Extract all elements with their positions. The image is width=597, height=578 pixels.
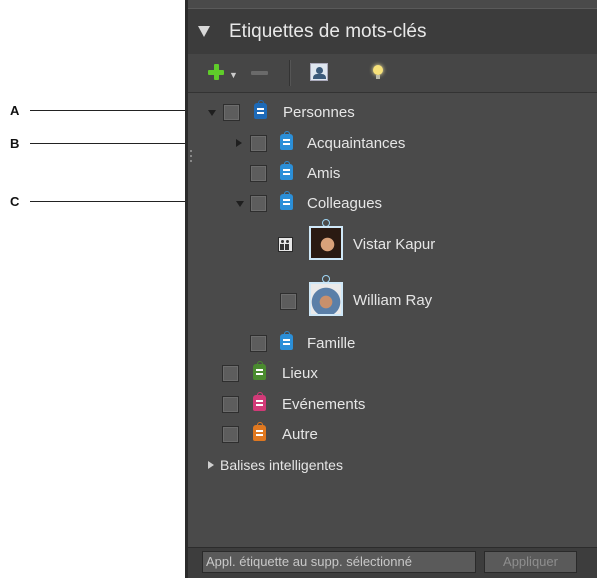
resize-handle-icon[interactable] <box>190 150 193 168</box>
person-tag-icon <box>280 191 293 210</box>
place-tag-icon <box>253 361 266 380</box>
collapse-triangle-icon[interactable] <box>198 26 210 37</box>
add-menu-dropdown-icon[interactable]: ▼ <box>229 70 238 80</box>
tag-label: Balises intelligentes <box>220 457 343 473</box>
panel-footer: Appl. étiquette au supp. sélectionné App… <box>188 547 597 578</box>
callout-label-c: C <box>10 194 20 209</box>
expander-open-icon[interactable] <box>236 201 244 207</box>
tree-row-evenements[interactable]: Evénements <box>222 392 442 414</box>
panel-header[interactable]: Etiquettes de mots-clés <box>188 8 597 55</box>
other-tag-icon <box>253 422 266 441</box>
apply-tag-field[interactable]: Appl. étiquette au supp. sélectionné <box>202 551 476 573</box>
delete-tag-icon[interactable] <box>251 71 268 75</box>
tree-row-smart-tags[interactable]: Balises intelligentes <box>208 455 468 475</box>
expander-open-icon[interactable] <box>208 110 216 116</box>
panel-toolbar: ▼ <box>188 54 597 93</box>
tree-row-william-ray[interactable]: William Ray <box>278 275 498 322</box>
person-tag-icon <box>254 100 267 119</box>
expander-closed-icon[interactable] <box>236 139 242 147</box>
tag-label: Colleagues <box>307 195 383 212</box>
tree-row-personnes[interactable]: Personnes <box>208 100 588 122</box>
event-tag-icon <box>253 392 266 411</box>
checkbox-william-ray[interactable] <box>280 293 297 310</box>
checkbox-autre[interactable] <box>222 426 239 443</box>
tree-row-amis[interactable]: Amis <box>236 161 436 183</box>
checkbox-amis[interactable] <box>250 165 267 182</box>
tree-row-famille[interactable]: Famille <box>236 331 436 353</box>
person-tag-icon <box>280 331 293 350</box>
avatar <box>309 226 343 260</box>
tree-row-vistar-kapur[interactable]: Vistar Kapur <box>278 219 498 266</box>
checkbox-famille[interactable] <box>250 335 267 352</box>
checkbox-lieux[interactable] <box>222 365 239 382</box>
tag-label: Evénements <box>282 396 366 413</box>
keyword-tags-panel: Etiquettes de mots-clés ▼ Personnes Acqu… <box>185 0 597 578</box>
tree-row-colleagues[interactable]: Colleagues <box>236 191 496 213</box>
tag-label: William Ray <box>353 292 433 309</box>
person-tag-icon <box>280 161 293 180</box>
callout-label-b: B <box>10 136 20 151</box>
callout-label-a: A <box>10 103 20 118</box>
tag-label: Acquaintances <box>307 135 406 152</box>
person-tag-icon <box>280 131 293 150</box>
panel-title: Etiquettes de mots-clés <box>229 21 427 42</box>
tag-label: Personnes <box>283 104 355 121</box>
checkbox-colleagues[interactable] <box>250 195 267 212</box>
avatar <box>309 282 343 316</box>
checkbox-evenements[interactable] <box>222 396 239 413</box>
tag-label: Lieux <box>282 365 318 382</box>
tree-row-acquaintances[interactable]: Acquaintances <box>236 131 586 153</box>
people-recognition-icon[interactable] <box>310 63 328 81</box>
tag-label: Autre <box>282 426 318 443</box>
lightbulb-icon[interactable] <box>372 65 384 79</box>
checkbox-personnes[interactable] <box>223 104 240 121</box>
expander-closed-icon[interactable] <box>208 461 214 469</box>
tag-label: Amis <box>307 165 341 182</box>
toolbar-separator <box>289 60 291 86</box>
add-tag-icon[interactable] <box>208 64 224 80</box>
tag-label: Vistar Kapur <box>353 236 436 253</box>
people-recognized-icon <box>278 237 293 252</box>
tree-row-autre[interactable]: Autre <box>222 422 422 444</box>
checkbox-acquaintances[interactable] <box>250 135 267 152</box>
apply-button[interactable]: Appliquer <box>484 551 577 573</box>
tree-row-lieux[interactable]: Lieux <box>222 361 422 383</box>
tag-label: Famille <box>307 335 356 352</box>
